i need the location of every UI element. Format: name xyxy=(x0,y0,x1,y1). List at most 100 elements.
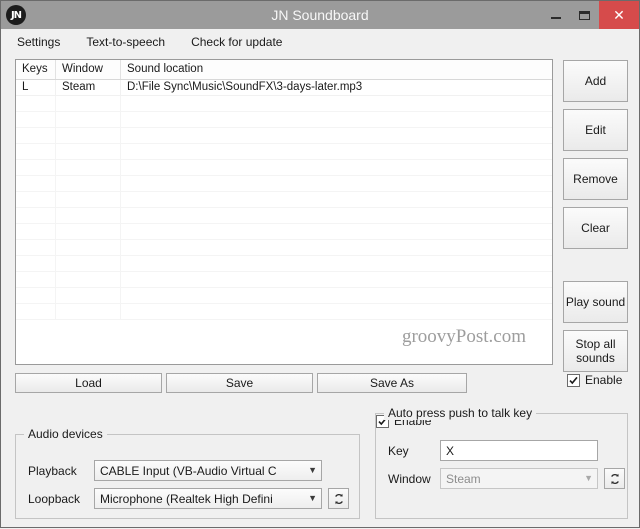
empty-row[interactable] xyxy=(16,272,552,288)
empty-rows xyxy=(16,96,552,320)
empty-row[interactable] xyxy=(16,176,552,192)
empty-cell xyxy=(121,144,552,159)
empty-row[interactable] xyxy=(16,112,552,128)
empty-cell xyxy=(56,240,121,255)
empty-cell xyxy=(16,208,56,223)
empty-row[interactable] xyxy=(16,288,552,304)
title-bar: JN JN Soundboard ✕ xyxy=(1,1,639,29)
clear-button[interactable]: Clear xyxy=(563,207,628,249)
empty-cell xyxy=(56,304,121,319)
close-button[interactable]: ✕ xyxy=(599,1,639,29)
empty-cell xyxy=(16,192,56,207)
empty-cell xyxy=(16,288,56,303)
ptt-window-value: Steam xyxy=(446,472,481,486)
empty-row[interactable] xyxy=(16,208,552,224)
maximize-icon xyxy=(579,11,590,20)
enable-checkbox-label: Enable xyxy=(585,373,622,387)
empty-cell xyxy=(16,176,56,191)
empty-row[interactable] xyxy=(16,192,552,208)
empty-cell xyxy=(121,240,552,255)
stop-all-sounds-button[interactable]: Stop all sounds xyxy=(563,330,628,372)
empty-cell xyxy=(56,192,121,207)
refresh-windows-button[interactable] xyxy=(604,468,625,489)
empty-cell xyxy=(56,160,121,175)
ptt-window-select[interactable]: Steam ▼ xyxy=(440,468,598,489)
empty-cell xyxy=(121,208,552,223)
empty-cell xyxy=(16,96,56,111)
column-header-sound-location[interactable]: Sound location xyxy=(121,60,552,79)
playback-device-select[interactable]: CABLE Input (VB-Audio Virtual C ▼ xyxy=(94,460,322,481)
empty-cell xyxy=(121,160,552,175)
empty-cell xyxy=(56,128,121,143)
menu-item-check-for-update[interactable]: Check for update xyxy=(189,32,284,52)
ptt-window-label: Window xyxy=(388,472,440,486)
empty-cell xyxy=(121,224,552,239)
refresh-audio-devices-button[interactable] xyxy=(328,488,349,509)
edit-button[interactable]: Edit xyxy=(563,109,628,151)
ptt-key-label: Key xyxy=(388,444,440,458)
ptt-key-input[interactable]: X xyxy=(440,440,598,461)
empty-cell xyxy=(56,112,121,127)
enable-checkbox[interactable]: Enable xyxy=(567,373,622,387)
cell-window: Steam xyxy=(56,80,121,95)
cell-sound-location: D:\File Sync\Music\SoundFX\3-days-later.… xyxy=(121,80,552,95)
empty-row[interactable] xyxy=(16,128,552,144)
empty-row[interactable] xyxy=(16,96,552,112)
app-icon: JN xyxy=(6,5,26,25)
load-button[interactable]: Load xyxy=(15,373,162,393)
ptt-window-row: Window Steam ▼ xyxy=(388,468,625,489)
menu-item-text-to-speech[interactable]: Text-to-speech xyxy=(84,32,167,52)
loopback-label: Loopback xyxy=(28,492,94,506)
empty-row[interactable] xyxy=(16,144,552,160)
empty-row[interactable] xyxy=(16,160,552,176)
column-header-keys[interactable]: Keys xyxy=(16,60,56,79)
empty-cell xyxy=(121,176,552,191)
empty-cell xyxy=(121,288,552,303)
window-controls: ✕ xyxy=(541,1,639,29)
playback-label: Playback xyxy=(28,464,94,478)
watermark: groovyPost.com xyxy=(402,326,526,348)
loopback-device-select[interactable]: Microphone (Realtek High Defini ▼ xyxy=(94,488,322,509)
empty-row[interactable] xyxy=(16,304,552,320)
minimize-button[interactable] xyxy=(541,1,570,29)
chevron-down-icon: ▼ xyxy=(584,474,593,483)
add-button[interactable]: Add xyxy=(563,60,628,102)
empty-cell xyxy=(56,176,121,191)
app-window: JN JN Soundboard ✕ Settings Text-to-spee… xyxy=(0,0,640,528)
empty-cell xyxy=(56,144,121,159)
column-header-window[interactable]: Window xyxy=(56,60,121,79)
empty-cell xyxy=(56,96,121,111)
play-sound-button[interactable]: Play sound xyxy=(563,281,628,323)
empty-cell xyxy=(56,208,121,223)
minimize-icon xyxy=(551,17,561,19)
remove-button[interactable]: Remove xyxy=(563,158,628,200)
push-to-talk-title: Auto press push to talk key xyxy=(384,406,536,420)
loopback-row: Loopback Microphone (Realtek High Defini… xyxy=(28,488,349,509)
stop-all-sounds-label-line2: sounds xyxy=(575,351,615,365)
loopback-device-value: Microphone (Realtek High Defini xyxy=(100,492,273,506)
menu-item-settings[interactable]: Settings xyxy=(15,32,62,52)
empty-cell xyxy=(121,192,552,207)
ptt-key-row: Key X xyxy=(388,440,598,461)
push-to-talk-group: Auto press push to talk key Key X Window… xyxy=(375,413,628,519)
empty-cell xyxy=(121,112,552,127)
empty-cell xyxy=(16,240,56,255)
empty-cell xyxy=(121,272,552,287)
empty-cell xyxy=(121,96,552,111)
empty-row[interactable] xyxy=(16,256,552,272)
playback-device-value: CABLE Input (VB-Audio Virtual C xyxy=(100,464,277,478)
cell-keys: L xyxy=(16,80,56,95)
save-as-button[interactable]: Save As xyxy=(317,373,467,393)
table-row[interactable]: L Steam D:\File Sync\Music\SoundFX\3-day… xyxy=(16,80,552,96)
close-icon: ✕ xyxy=(613,8,625,22)
empty-cell xyxy=(56,224,121,239)
main-content: Keys Window Sound location L Steam D:\Fi… xyxy=(1,55,639,529)
ptt-key-value: X xyxy=(446,444,454,458)
empty-row[interactable] xyxy=(16,240,552,256)
sound-list[interactable]: Keys Window Sound location L Steam D:\Fi… xyxy=(15,59,553,365)
empty-cell xyxy=(56,288,121,303)
empty-row[interactable] xyxy=(16,224,552,240)
maximize-button[interactable] xyxy=(570,1,599,29)
save-button[interactable]: Save xyxy=(166,373,313,393)
empty-cell xyxy=(16,144,56,159)
